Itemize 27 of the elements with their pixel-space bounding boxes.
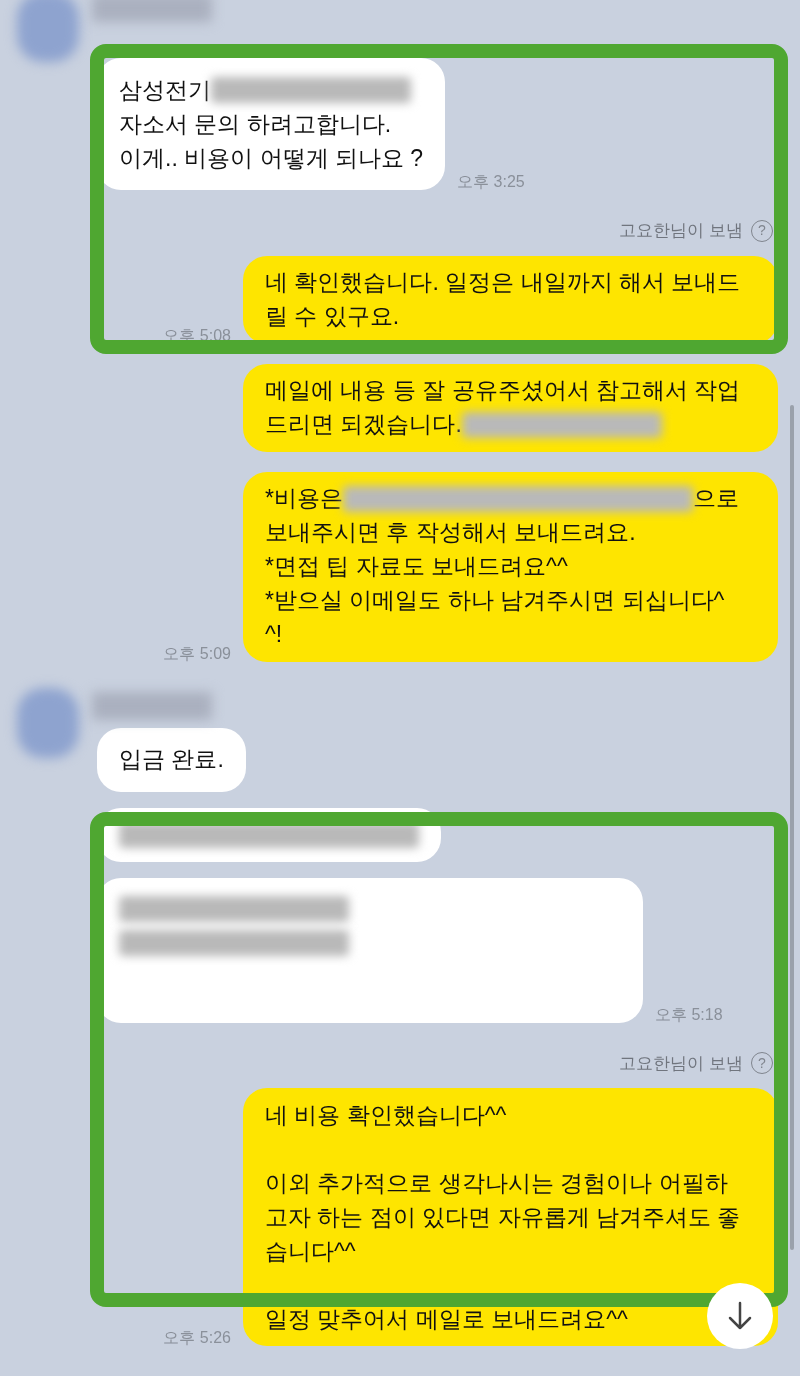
timestamp: 오후 5:26 <box>163 1328 231 1348</box>
message-text: *받으실 이메일도 하나 남겨주시면 되십니다^ <box>265 586 725 616</box>
message-text: 자소서 문의 하려고합니다. <box>119 109 392 139</box>
message-text: *면접 팁 자료도 보내드려요^^ <box>265 552 568 582</box>
message-text: 이게.. 비용이 어떻게 되나요 ? <box>119 143 424 173</box>
timestamp: 오후 5:09 <box>163 643 231 664</box>
avatar <box>17 0 79 62</box>
sender-note: 고요한님이 보냄 <box>619 1052 743 1075</box>
message-text: ^! <box>265 620 283 650</box>
message-text: 고자 하는 점이 있다면 자유롭게 남겨주셔도 좋 <box>265 1202 741 1232</box>
message-text: 릴 수 있구요. <box>265 302 400 332</box>
message-text: 삼성전기 <box>119 75 211 105</box>
timestamp: 오후 3:25 <box>457 172 525 192</box>
sender-note: 고요한님이 보냄 <box>619 220 743 242</box>
message-text: 이외 추가적으로 생각나시는 경험이나 어필하 <box>265 1168 728 1198</box>
message-text: 메일에 내용 등 잘 공유주셨어서 참고해서 작업 <box>265 376 741 406</box>
message-text: 입금 완료. <box>119 745 224 775</box>
message-text: 네 확인했습니다. 일정은 내일까지 해서 보내드 <box>265 268 741 298</box>
timestamp: 오후 5:18 <box>655 1004 723 1025</box>
message-text: 일정 맞추어서 메일로 보내드려요^^ <box>265 1304 628 1334</box>
message-text: 드리면 되겠습니다. <box>265 410 462 440</box>
message-text: *비용은 <box>265 484 343 514</box>
message-text: 으로 <box>692 484 739 514</box>
message-text: 습니다^^ <box>265 1236 356 1266</box>
message-text: 보내주시면 후 작성해서 보내드려요. <box>265 518 636 548</box>
avatar <box>17 687 79 758</box>
message-text: 네 비용 확인했습니다^^ <box>265 1100 507 1130</box>
